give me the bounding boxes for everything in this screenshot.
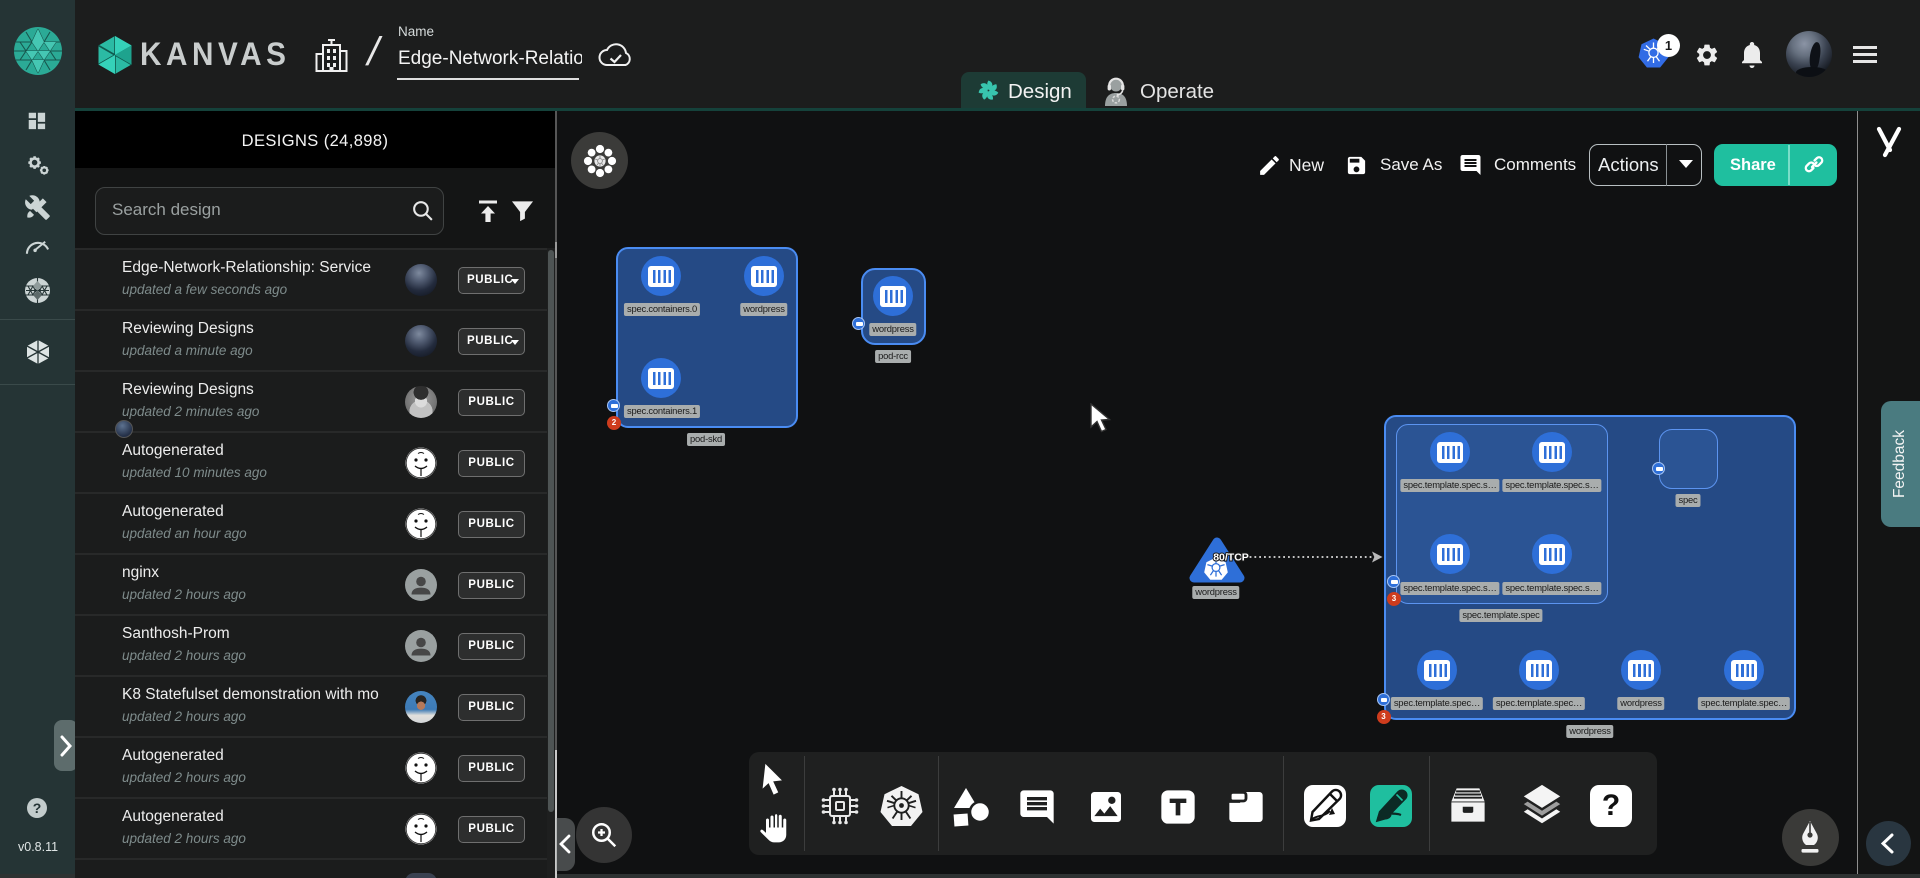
- svg-text:80/TCP: 80/TCP: [1213, 552, 1249, 564]
